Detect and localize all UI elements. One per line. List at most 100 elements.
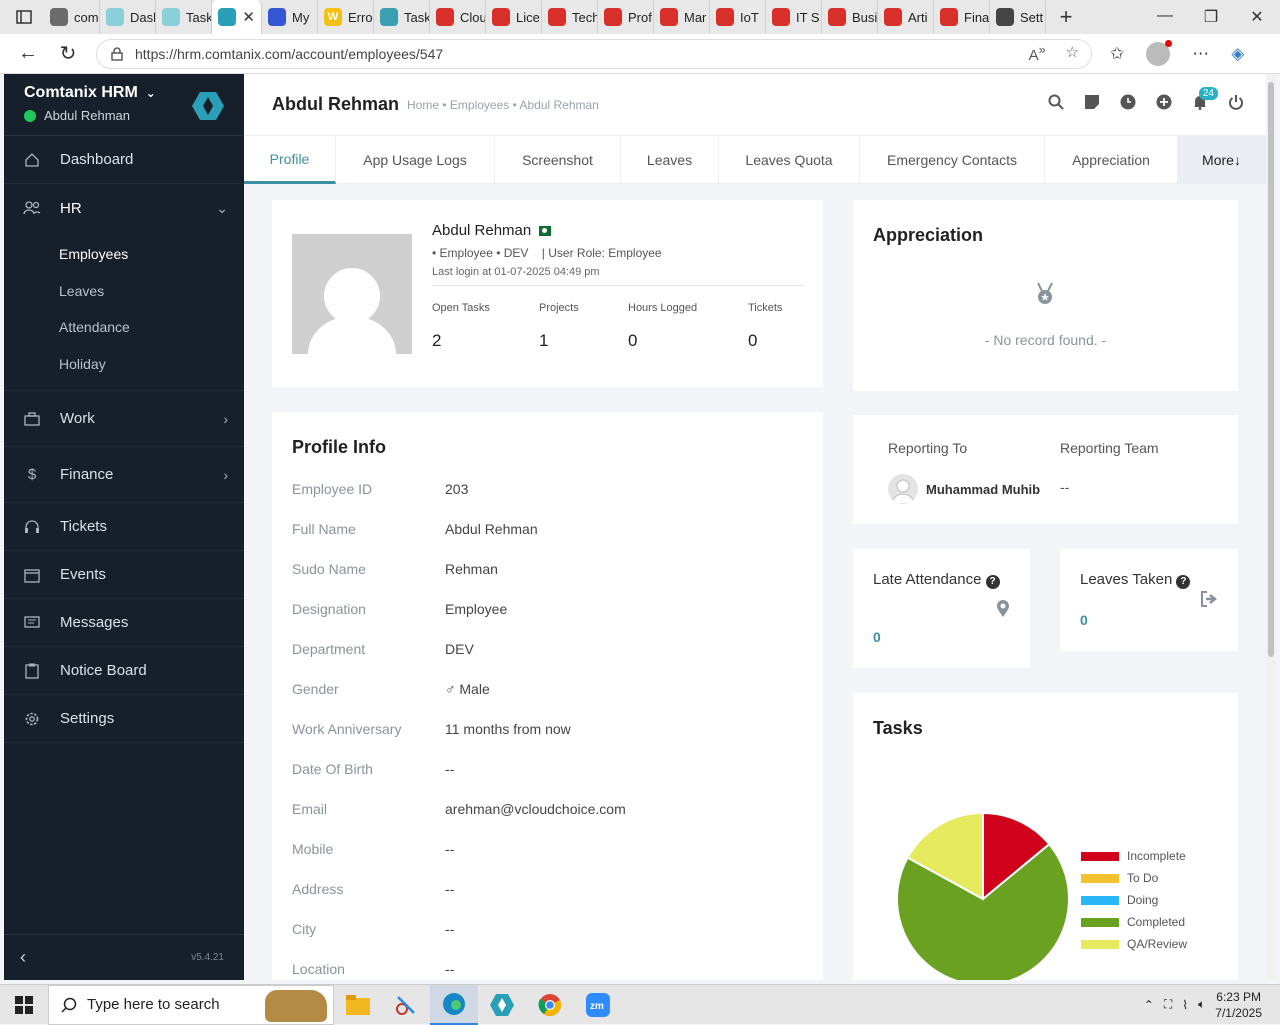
legend-item[interactable]: QA/Review	[1081, 933, 1187, 955]
bell-icon[interactable]: 24	[1192, 87, 1218, 110]
help-icon[interactable]: ?	[985, 575, 1000, 589]
url-field[interactable]: https://hrm.comtanix.com/account/employe…	[96, 38, 1092, 69]
profile-avatar[interactable]	[1146, 39, 1173, 66]
legend-item[interactable]: Completed	[1081, 911, 1187, 933]
tab-screenshot[interactable]: Screenshot	[495, 136, 621, 184]
search-icon[interactable]	[1048, 94, 1064, 110]
favorites-icon[interactable]: ✩	[1110, 44, 1124, 64]
profile-info-row: Designation Employee	[292, 601, 507, 617]
page-scrollbar[interactable]	[1266, 74, 1276, 980]
legend-label: Completed	[1127, 915, 1186, 929]
legend-item[interactable]: Incomplete	[1081, 845, 1187, 867]
browser-tab[interactable]: W Erro	[318, 0, 374, 34]
sidebar-item-messages[interactable]: Messages	[4, 599, 244, 647]
taskbar-clock[interactable]: 6:23 PM 7/1/2025	[1215, 989, 1262, 1021]
sidebar-item-settings[interactable]: Settings	[4, 695, 244, 743]
browser-tab[interactable]: Tech	[542, 0, 598, 34]
file-explorer-icon[interactable]	[334, 985, 382, 1025]
tab-more-dropdown[interactable]: More↓	[1178, 136, 1266, 184]
back-button[interactable]: ←	[8, 34, 48, 74]
browser-tab[interactable]: Lice	[486, 0, 542, 34]
profile-info-value: --	[445, 921, 455, 937]
legend-item[interactable]: To Do	[1081, 867, 1187, 889]
tab-leaves[interactable]: Leaves	[621, 136, 719, 184]
stat-label: Open Tasks	[432, 302, 490, 314]
gear-icon	[996, 8, 1014, 26]
sidebar-item-notice-board[interactable]: Notice Board	[4, 647, 244, 695]
sidebar-item-events[interactable]: Events	[4, 551, 244, 599]
browser-tab[interactable]: com	[44, 0, 100, 34]
hrm-app-icon[interactable]	[478, 985, 526, 1025]
sidebar-item-work[interactable]: Work ›	[4, 391, 244, 447]
chevron-up-icon[interactable]: ⌃	[1144, 998, 1154, 1012]
legend-label: QA/Review	[1127, 937, 1188, 951]
add-circle-icon[interactable]	[1156, 94, 1172, 110]
tab-leaves-quota[interactable]: Leaves Quota	[719, 136, 860, 184]
browser-tab[interactable]: Task	[156, 0, 212, 34]
clock-icon[interactable]	[1120, 94, 1136, 110]
taskbar-search-input[interactable]: Type here to search	[48, 984, 334, 1025]
minimize-button[interactable]: —	[1142, 7, 1188, 27]
headset-icon	[22, 519, 42, 535]
power-icon[interactable]	[1228, 94, 1244, 110]
tab-appreciation[interactable]: Appreciation	[1045, 136, 1178, 184]
close-tab-icon[interactable]: ✕	[242, 8, 255, 26]
browser-tab[interactable]: Prof	[598, 0, 654, 34]
browser-tab[interactable]: Arti	[878, 0, 934, 34]
edge-browser-icon[interactable]	[430, 984, 478, 1025]
browser-tab[interactable]: Task	[374, 0, 430, 34]
browser-tab-label: Task	[186, 9, 212, 25]
sidebar-sub-leaves[interactable]: Leaves	[4, 273, 244, 310]
sidebar-item-tickets[interactable]: Tickets	[4, 503, 244, 551]
leaves-taken-value[interactable]: 0	[1080, 612, 1088, 628]
browser-tab[interactable]: IoT	[710, 0, 766, 34]
reporting-to-user[interactable]: Muhammad Muhib	[888, 474, 1040, 504]
wifi-icon[interactable]: ⌇	[1182, 998, 1188, 1012]
profile-info-card: Profile Info Employee ID 203 Full Name Abdu…	[272, 412, 823, 980]
reload-button[interactable]: ↻	[48, 34, 88, 74]
help-icon[interactable]: ?	[1176, 575, 1191, 589]
sidebar-sub-holiday[interactable]: Holiday	[4, 346, 244, 383]
sidebar-item-finance[interactable]: $ Finance ›	[4, 447, 244, 503]
sticky-note-icon[interactable]	[1084, 94, 1100, 110]
browser-tab[interactable]: Clou	[430, 0, 486, 34]
browser-tab[interactable]: IT S	[766, 0, 822, 34]
browser-tab[interactable]: Sett	[990, 0, 1046, 34]
browser-tab[interactable]: Busi	[822, 0, 878, 34]
sidebar-sub-attendance[interactable]: Attendance	[4, 309, 244, 346]
zoom-icon[interactable]: zm	[574, 985, 622, 1025]
sidebar-sub-employees[interactable]: Employees	[4, 236, 244, 273]
close-window-button[interactable]: ✕	[1234, 7, 1280, 27]
tab-actions-icon[interactable]	[12, 5, 36, 29]
new-tab-button[interactable]: +	[1046, 4, 1086, 30]
favorite-star-icon[interactable]: ☆	[1066, 43, 1079, 64]
maximize-button[interactable]: ❐	[1188, 7, 1234, 27]
tab-profile[interactable]: Profile	[244, 136, 336, 184]
tab-emergency-contacts[interactable]: Emergency Contacts	[860, 136, 1045, 184]
late-attendance-value[interactable]: 0	[873, 629, 881, 645]
read-aloud-icon[interactable]: A»	[1029, 43, 1046, 64]
collapse-sidebar-icon[interactable]: ‹	[20, 947, 26, 968]
windows-start-button[interactable]	[0, 985, 48, 1025]
legend-item[interactable]: Doing	[1081, 889, 1187, 911]
red-logo-icon	[828, 8, 846, 26]
tab-app-usage-logs[interactable]: App Usage Logs	[336, 136, 495, 184]
tasks-card: Tasks Incomplete To Do Doing Completed QA/Re…	[853, 693, 1238, 980]
network-icon[interactable]: ⛶	[1164, 997, 1172, 1012]
browser-tab[interactable]: Mar	[654, 0, 710, 34]
breadcrumb[interactable]: Home • Employees • Abdul Rehman	[407, 98, 599, 112]
profile-info-row: Gender ♂ Male	[292, 681, 490, 697]
globe-icon	[50, 8, 68, 26]
sidebar-item-hr[interactable]: HR ⌄	[4, 184, 244, 232]
scrollbar-thumb[interactable]	[1268, 82, 1274, 657]
browser-tab[interactable]: Fina	[934, 0, 990, 34]
sidebar-item-dashboard[interactable]: Dashboard	[4, 136, 244, 184]
chrome-icon[interactable]	[526, 985, 574, 1025]
volume-icon[interactable]: 🔈︎	[1198, 997, 1205, 1012]
snipping-tool-icon[interactable]	[382, 985, 430, 1025]
more-menu-icon[interactable]: ⋯	[1192, 44, 1209, 64]
browser-tab[interactable]: My	[262, 0, 318, 34]
browser-tab[interactable]: Dasl	[100, 0, 156, 34]
copilot-icon[interactable]: ◈	[1231, 44, 1244, 64]
browser-tab[interactable]: ✕	[212, 0, 262, 34]
